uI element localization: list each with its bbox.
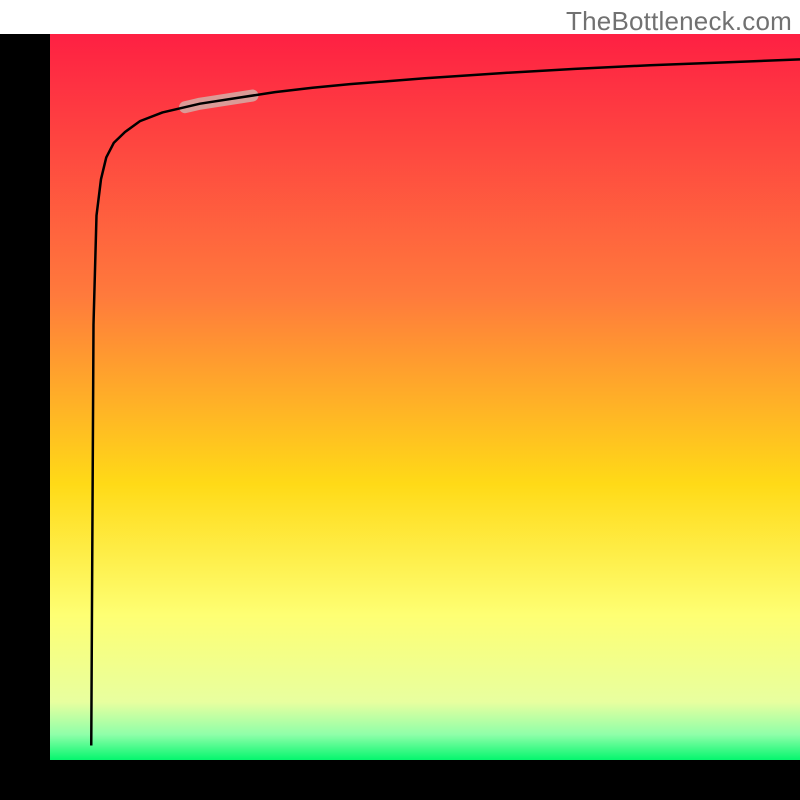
watermark-text: TheBottleneck.com — [566, 6, 792, 37]
plot-background — [50, 34, 800, 760]
bottleneck-chart: TheBottleneck.com — [0, 0, 800, 800]
axis-left — [0, 34, 50, 800]
axis-bottom — [0, 760, 800, 800]
chart-svg — [0, 0, 800, 800]
